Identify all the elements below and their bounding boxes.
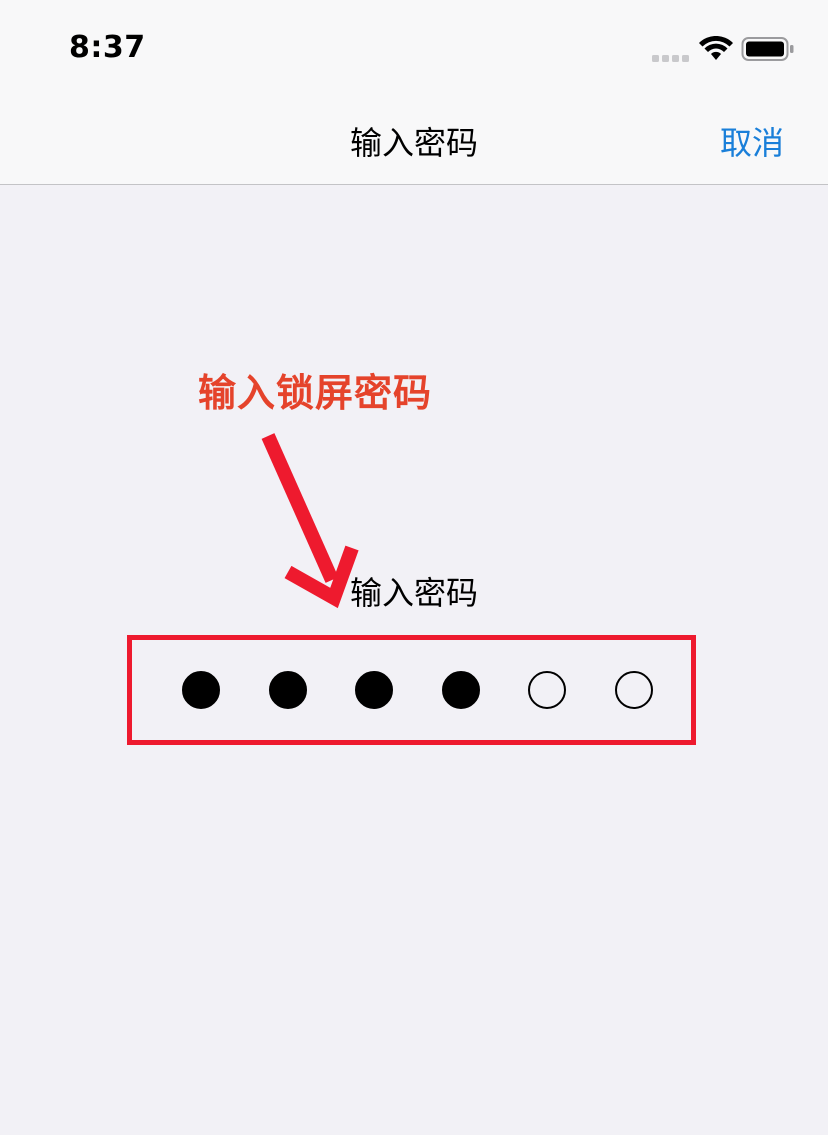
passcode-dots[interactable] <box>132 640 691 740</box>
passcode-dot-filled <box>268 671 307 709</box>
passcode-dot-empty <box>528 671 566 709</box>
top-bar: 8:37 输入密码 取消 <box>0 0 828 185</box>
passcode-prompt: 输入密码 <box>349 574 478 612</box>
battery-icon <box>741 37 794 61</box>
wifi-icon <box>699 36 733 60</box>
cellular-signal-icon <box>652 55 689 62</box>
annotation-highlight-box <box>127 635 696 745</box>
status-time: 8:37 <box>69 30 146 65</box>
annotation-label: 输入锁屏密码 <box>198 371 433 415</box>
passcode-dot-empty <box>614 671 653 709</box>
nav-title: 输入密码 <box>349 124 478 162</box>
cancel-button[interactable]: 取消 <box>720 118 784 164</box>
passcode-dot-filled <box>355 671 393 709</box>
passcode-dot-filled <box>441 671 480 709</box>
passcode-dot-filled <box>182 671 220 709</box>
